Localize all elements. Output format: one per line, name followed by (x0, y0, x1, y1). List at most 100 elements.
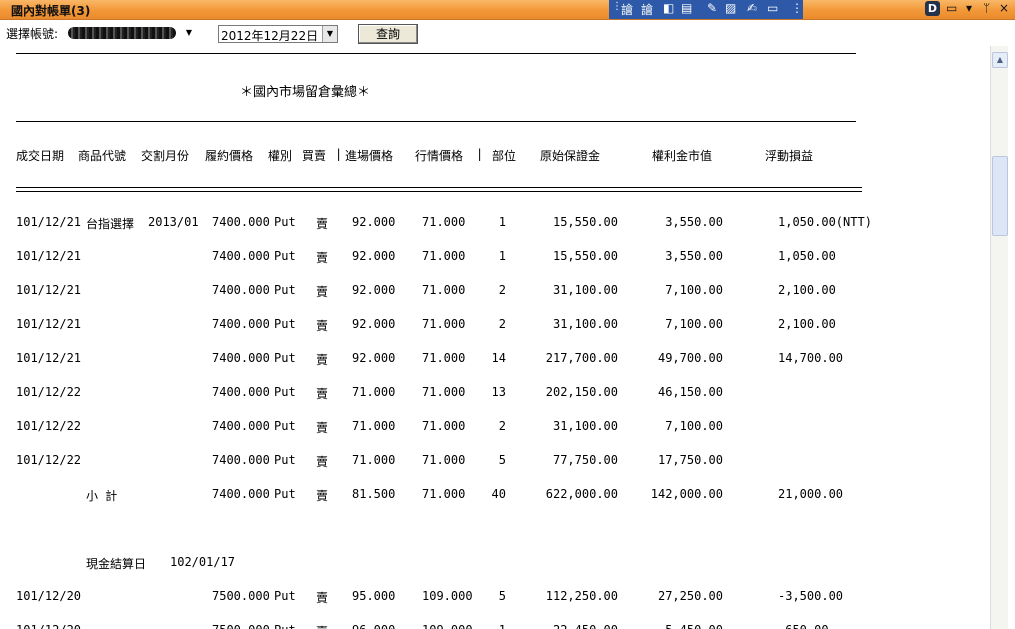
cell-entry: 71.000 (352, 419, 396, 433)
header-side: 買賣 (302, 149, 327, 163)
cell-date: 101/12/22 (16, 453, 82, 467)
cell-strike: 7400.000 (212, 317, 270, 331)
account-label: 選擇帳號: (6, 27, 59, 41)
cell-premium: 7,100.00 (665, 317, 723, 331)
cell-pnl: 1,050.00(NTT) (778, 215, 872, 229)
ime-fullhalf-icon[interactable]: 譮 (641, 1, 653, 18)
cell-margin: 622,000.00 (545, 487, 618, 501)
cell-qty: 2 (498, 283, 506, 297)
scroll-thumb[interactable] (992, 156, 1008, 236)
ime-panel-icon[interactable]: ◧ (663, 1, 674, 15)
title-bar: 國內對帳單(3) ⋮ 譮 譮 ◧ ▤ ✎ ▨ ✍ ▭ ⋮ D ▭ ▾ ᛘ × (0, 0, 1015, 20)
cell-side: 賣 (316, 285, 329, 299)
cell-market: 71.000 (422, 487, 466, 501)
cell-margin: 31,100.00 (552, 317, 618, 331)
ime-keyboard-icon[interactable]: ▭ (767, 1, 778, 15)
section-title: ＊國內市場留倉彙總＊ (240, 85, 371, 100)
cell-entry: 81.500 (352, 487, 396, 501)
header-strike: 履約價格 (205, 149, 254, 163)
cell-qty: 5 (498, 453, 506, 467)
cell-entry: 71.000 (352, 385, 396, 399)
ime-pad-icon[interactable]: ▨ (725, 1, 736, 15)
header-market: 行情價格 (415, 149, 464, 163)
ime-toolbar[interactable]: ⋮ 譮 譮 ◧ ▤ ✎ ▨ ✍ ▭ ⋮ (609, 0, 803, 19)
cell-margin: 202,150.00 (545, 385, 618, 399)
cell-qty: 1 (499, 623, 506, 629)
header-month: 交割月份 (141, 149, 190, 163)
cell-margin: 15,550.00 (552, 249, 618, 263)
cell-market: 71.000 (422, 453, 466, 467)
cell-premium: 3,550.00 (665, 249, 723, 263)
cell-side: 賣 (316, 623, 328, 629)
cell-side: 賣 (316, 319, 329, 333)
ime-options-icon[interactable]: ⋮ (791, 1, 803, 15)
cell-strike: 7500.000 (212, 589, 270, 603)
ime-mode-icon[interactable]: 譮 (621, 1, 633, 18)
cell-market: 71.000 (422, 249, 466, 263)
cell-qty: 14 (491, 351, 506, 365)
cell-market: 71.000 (422, 283, 466, 297)
cell-product: 台指選擇 (86, 217, 135, 231)
cell-market: 71.000 (422, 317, 466, 331)
date-picker[interactable]: 2012年12月22日 ▼ (218, 25, 338, 43)
cell-margin: 112,250.00 (545, 589, 618, 603)
header-premium: 權利金市值 (652, 149, 713, 163)
settlement-label: 現金結算日 (86, 557, 147, 571)
cell-pnl: 2,100.00 (778, 317, 836, 331)
cell-date: 101/12/22 (16, 419, 82, 433)
cell-pnl: -650.00 (778, 623, 829, 629)
cell-side: 賣 (316, 387, 329, 401)
cell-right: Put (274, 249, 296, 263)
cell-market: 71.000 (422, 419, 466, 433)
chevron-down-icon[interactable]: ▼ (322, 26, 337, 42)
close-icon[interactable]: × (999, 1, 1009, 15)
pin-icon[interactable]: ᛘ (983, 1, 990, 15)
cell-qty: 1 (498, 249, 506, 263)
chevron-down-icon[interactable]: ▼ (182, 25, 196, 41)
query-button[interactable]: 查詢 (358, 24, 418, 44)
cell-qty: 1 (498, 215, 506, 229)
dropdown-icon[interactable]: ▾ (966, 1, 972, 15)
cell-margin: 31,100.00 (552, 419, 618, 433)
cell-right: Put (274, 351, 296, 365)
settlement-date: 102/01/17 (170, 555, 236, 569)
header-trade-date: 成交日期 (16, 149, 65, 163)
restore-icon[interactable]: ▭ (946, 1, 957, 15)
double-divider (16, 187, 862, 192)
ime-pen-icon[interactable]: ✎ (707, 1, 717, 15)
cell-strike: 7400.000 (212, 249, 270, 263)
vertical-scrollbar[interactable]: ▲ (990, 46, 1008, 629)
cell-entry: 96.000 (352, 623, 395, 629)
cell-right: Put (274, 589, 296, 603)
ime-list-icon[interactable]: ▤ (681, 1, 692, 15)
cell-entry: 71.000 (352, 453, 396, 467)
cell-margin: 15,550.00 (552, 215, 618, 229)
cell-market: 109.000 (422, 623, 473, 629)
cell-side: 賣 (316, 591, 329, 605)
cell-strike: 7400.000 (212, 487, 270, 501)
cell-right: Put (274, 385, 296, 399)
header-separator: | (335, 147, 343, 161)
cell-side: 賣 (316, 217, 329, 231)
cell-pnl: -3,500.00 (778, 589, 844, 603)
cell-entry: 92.000 (352, 215, 396, 229)
cell-qty: 13 (491, 385, 506, 399)
scroll-up-icon[interactable]: ▲ (992, 52, 1008, 68)
cell-qty: 2 (498, 419, 506, 433)
redacted-account (68, 27, 176, 39)
cell-premium: 49,700.00 (657, 351, 723, 365)
subtotal-label: 小 計 (86, 489, 118, 503)
cell-premium: 7,100.00 (665, 419, 723, 433)
cell-strike: 7400.000 (212, 283, 270, 297)
cell-premium: 7,100.00 (665, 283, 723, 297)
dock-d-button[interactable]: D (925, 1, 940, 16)
cell-right: Put (274, 419, 296, 433)
cell-market: 71.000 (422, 351, 466, 365)
cell-premium: 3,550.00 (665, 215, 723, 229)
account-select[interactable]: ▼ (68, 25, 196, 41)
cell-right: Put (274, 215, 296, 229)
cell-date: 101/12/20 (16, 589, 82, 603)
cell-pnl: 14,700.00 (778, 351, 844, 365)
cell-side: 賣 (316, 421, 329, 435)
ime-write-icon[interactable]: ✍ (747, 1, 757, 15)
